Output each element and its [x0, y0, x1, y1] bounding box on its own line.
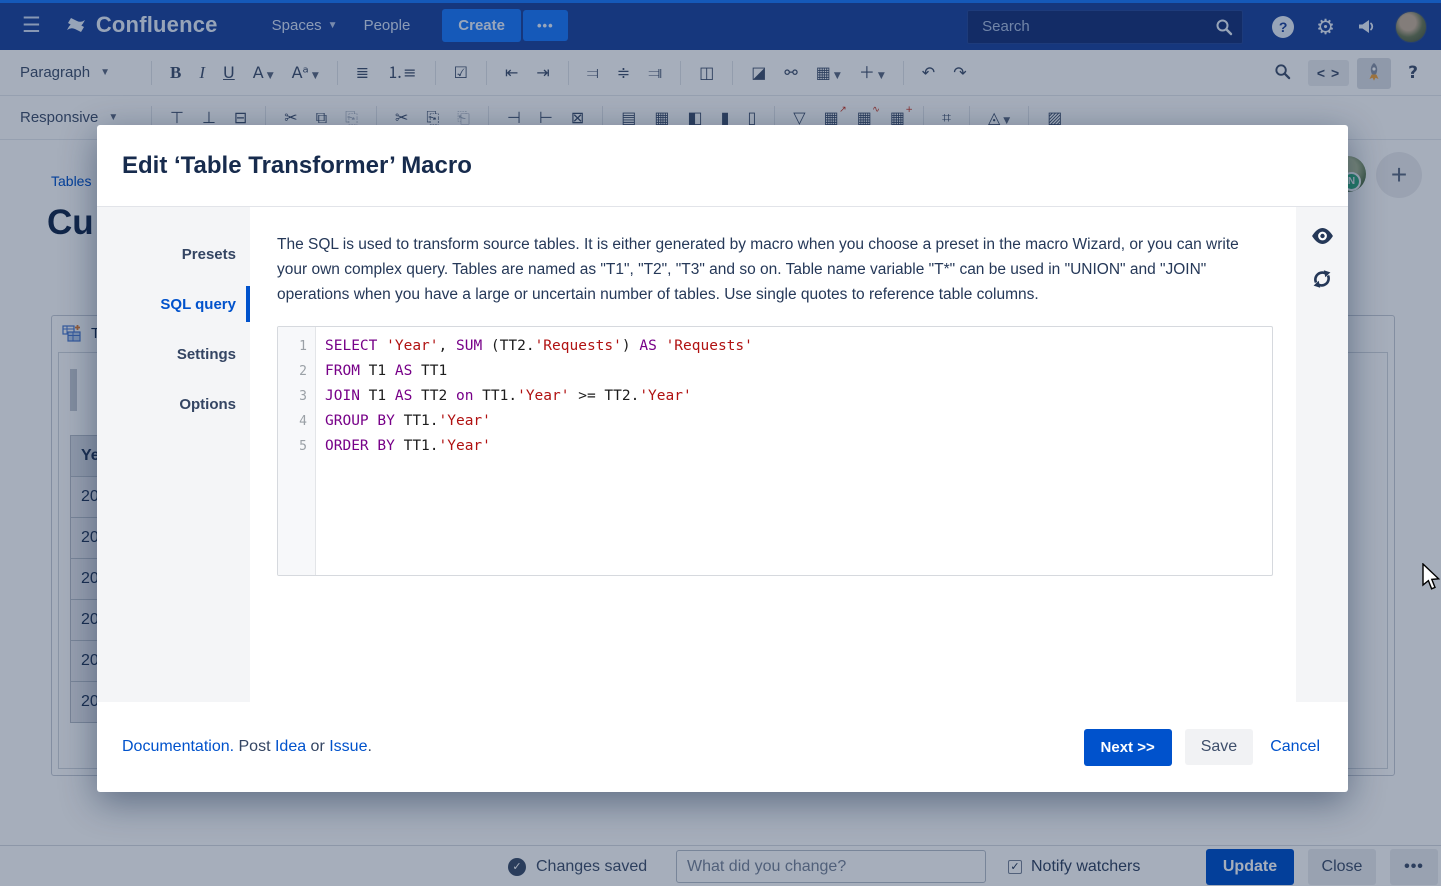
dialog-body: PresetsSQL querySettingsOptions The SQL … — [97, 207, 1348, 702]
dialog-header: Edit ‘Table Transformer’ Macro — [97, 125, 1348, 207]
preview-eye-icon[interactable] — [1310, 227, 1335, 250]
dialog-title: Edit ‘Table Transformer’ Macro — [122, 152, 472, 180]
line-number-gutter: 12345 — [278, 327, 316, 575]
refresh-icon[interactable] — [1311, 268, 1333, 295]
footer-link-documentation[interactable]: Documentation. — [122, 738, 234, 755]
edit-macro-dialog: Edit ‘Table Transformer’ Macro PresetsSQ… — [97, 125, 1348, 792]
tab-presets[interactable]: Presets — [97, 229, 250, 279]
dialog-content: The SQL is used to transform source tabl… — [250, 207, 1296, 702]
sql-code[interactable]: SELECT 'Year', SUM (TT2.'Requests') AS '… — [316, 327, 753, 575]
dialog-side-actions — [1296, 207, 1348, 702]
tab-settings[interactable]: Settings — [97, 329, 250, 379]
dialog-footer: Documentation. Post Idea or Issue. Next … — [97, 702, 1348, 792]
next-button[interactable]: Next >> — [1084, 729, 1172, 766]
tab-options[interactable]: Options — [97, 379, 250, 429]
dialog-sidebar: PresetsSQL querySettingsOptions — [97, 207, 250, 702]
footer-links: Documentation. Post Idea or Issue. — [122, 738, 372, 756]
footer-link-idea[interactable]: Idea — [275, 738, 306, 755]
sql-description: The SQL is used to transform source tabl… — [277, 232, 1272, 307]
cancel-button[interactable]: Cancel — [1270, 738, 1320, 756]
tab-sql-query[interactable]: SQL query — [97, 279, 250, 329]
sql-code-editor[interactable]: 12345 SELECT 'Year', SUM (TT2.'Requests'… — [277, 326, 1273, 576]
save-button[interactable]: Save — [1185, 729, 1253, 765]
footer-link-issue[interactable]: Issue — [329, 738, 367, 755]
page: ☰ Confluence Spaces▼ People Create ••• — [0, 0, 1441, 886]
